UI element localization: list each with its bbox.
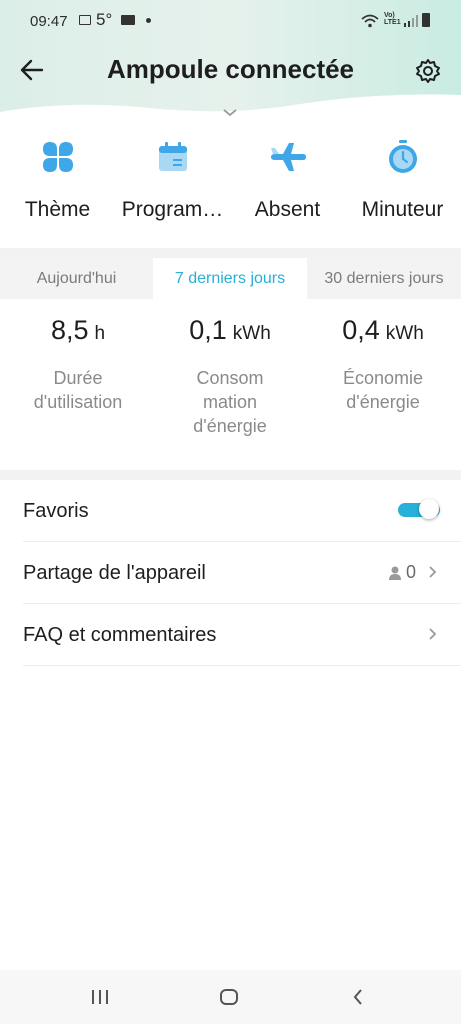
chevron-right-icon — [429, 566, 437, 578]
faq-row[interactable]: FAQ et commentaires — [0, 604, 461, 666]
action-theme[interactable]: Thème — [0, 136, 115, 222]
volte-icon: Vo) LTE1 — [384, 12, 401, 26]
stat-energy-saving: 0,4 kWh Économie d'énergie — [308, 315, 458, 414]
page-title: Ampoule connectée — [106, 54, 355, 84]
network-label: LTE1 — [384, 19, 401, 26]
tab-30-days[interactable]: 30 derniers jours — [307, 258, 461, 299]
battery-icon — [422, 13, 430, 27]
app-header: 09:47 5° Vo) LTE1 Ampoule connectée — [0, 0, 461, 125]
person-icon — [389, 566, 401, 580]
airplane-icon — [270, 143, 306, 171]
stat-unit: h — [94, 323, 106, 344]
stat-value: 0,1 kWh — [155, 315, 305, 346]
stat-caption: Économie d'énergie — [308, 366, 458, 414]
stat-caption: Consom mation d'énergie — [155, 366, 305, 438]
section-divider — [0, 248, 461, 258]
stat-number: 8,5 — [50, 315, 89, 345]
stat-unit: kWh — [232, 323, 271, 344]
tab-7-days[interactable]: 7 derniers jours — [153, 258, 307, 299]
timer-icon — [388, 140, 417, 173]
share-count: 0 — [406, 562, 417, 582]
stat-value: 8,5 h — [3, 315, 153, 346]
gallery-icon — [79, 15, 91, 25]
section-divider — [0, 470, 461, 480]
theme-grid-icon — [42, 142, 73, 172]
signal-icon — [404, 15, 418, 27]
action-label: Thème — [24, 198, 91, 221]
stat-usage-duration: 8,5 h Durée d'utilisation — [3, 315, 153, 414]
device-sharing-label: Partage de l'appareil — [23, 562, 206, 584]
stat-caption-line: Économie — [342, 368, 424, 388]
stat-caption-line: d'énergie — [346, 392, 420, 412]
favorites-label: Favoris — [23, 500, 89, 522]
action-program[interactable]: Program… — [115, 136, 230, 222]
favorites-toggle[interactable] — [398, 499, 440, 521]
status-temperature: 5° — [96, 10, 113, 29]
stat-caption-line: d'énergie — [193, 416, 267, 436]
stat-number: 0,4 — [342, 315, 380, 345]
stat-value: 0,4 kWh — [308, 315, 458, 346]
tab-today[interactable]: Aujourd'hui — [0, 258, 153, 299]
dot-icon — [146, 18, 151, 23]
chevron-right-icon — [429, 628, 437, 640]
faq-label: FAQ et commentaires — [23, 624, 217, 646]
recent-apps-icon[interactable] — [80, 984, 120, 1010]
usage-tabs: Aujourd'hui 7 derniers jours 30 derniers… — [0, 258, 461, 299]
stat-caption-line: Durée — [53, 368, 103, 388]
mail-icon — [121, 15, 135, 25]
action-label: Minuteur — [361, 198, 444, 221]
device-sharing-row[interactable]: Partage de l'appareil 0 — [0, 542, 461, 604]
favorites-row: Favoris — [0, 480, 461, 542]
action-label: Absent — [254, 198, 321, 221]
stat-number: 0,1 — [189, 315, 227, 345]
gear-icon[interactable] — [415, 58, 441, 84]
stat-caption-line: Consom — [196, 368, 264, 388]
action-label: Program… — [121, 198, 224, 221]
toggle-knob — [419, 499, 439, 519]
action-timer[interactable]: Minuteur — [345, 136, 460, 222]
status-time: 09:47 — [30, 13, 68, 30]
action-absent[interactable]: Absent — [230, 136, 345, 222]
stat-caption-line: d'utilisation — [33, 392, 123, 412]
row-divider — [23, 665, 461, 666]
stat-energy-consumption: 0,1 kWh Consom mation d'énergie — [155, 315, 305, 438]
back-icon[interactable] — [338, 984, 378, 1010]
stat-caption-line: mation — [202, 392, 258, 412]
home-icon[interactable] — [209, 984, 249, 1010]
status-bar: 09:47 5° Vo) LTE1 — [0, 0, 461, 44]
wifi-icon — [361, 14, 379, 28]
stat-caption: Durée d'utilisation — [3, 366, 153, 414]
calendar-icon — [158, 142, 187, 171]
system-nav-bar — [0, 970, 461, 1024]
chevron-down-icon[interactable] — [222, 108, 238, 117]
stat-unit: kWh — [385, 323, 424, 344]
